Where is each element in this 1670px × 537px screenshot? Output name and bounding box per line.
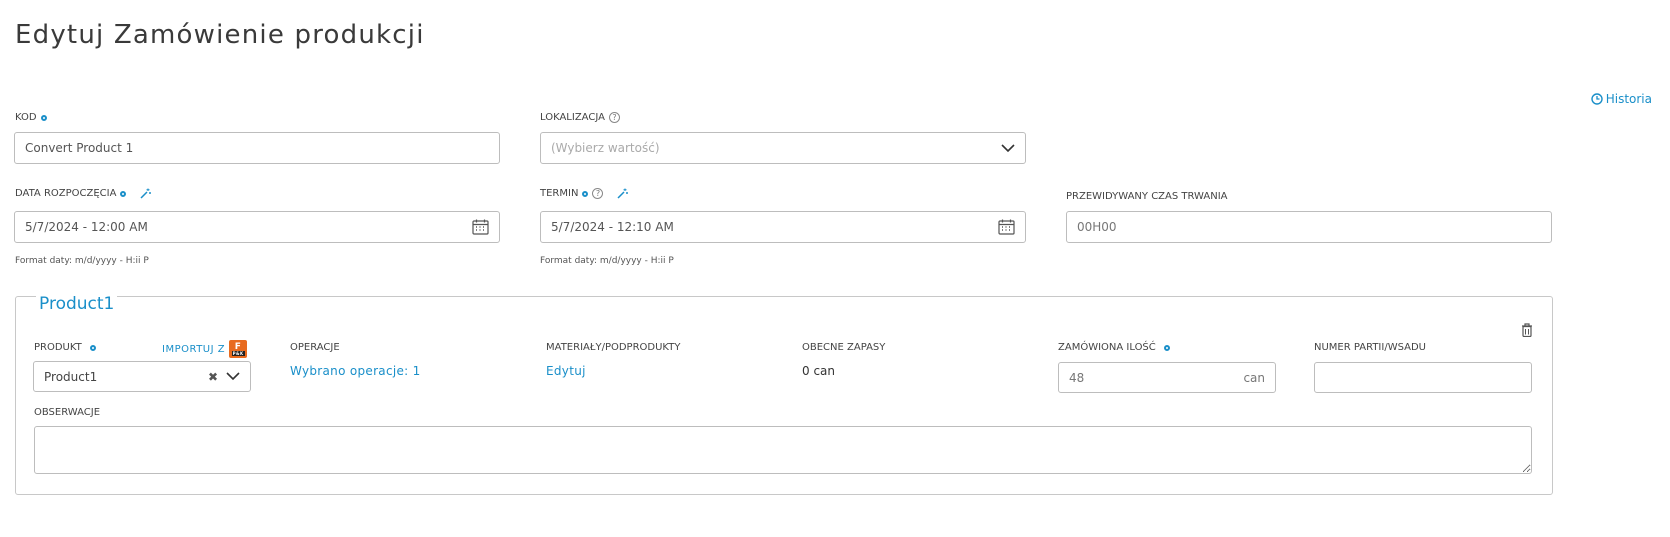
magic-wand-icon[interactable]	[140, 188, 152, 199]
required-icon	[582, 190, 589, 197]
data-rozpoczecia-input[interactable]: 5/7/2024 - 12:00 AM	[14, 211, 500, 243]
history-link[interactable]: Historia	[1591, 92, 1652, 106]
ilosc-label: ZAMÓWIONA ILOŚĆ	[1058, 342, 1170, 353]
calendar-icon[interactable]	[472, 219, 489, 235]
czas-trwania-input[interactable]: 00H00	[1066, 211, 1552, 243]
magic-wand-icon[interactable]	[617, 188, 629, 199]
chevron-down-icon	[226, 372, 240, 381]
trash-icon[interactable]	[1521, 323, 1533, 337]
unit-label: can	[1243, 370, 1265, 385]
czas-trwania-label: PRZEWIDYWANY CZAS TRWANIA	[1066, 191, 1228, 202]
kod-label: KOD	[15, 112, 47, 123]
termin-input[interactable]: 5/7/2024 - 12:10 AM	[540, 211, 1026, 243]
partia-input[interactable]	[1314, 362, 1532, 393]
help-icon[interactable]: ?	[608, 112, 620, 123]
required-icon	[120, 190, 127, 197]
clear-icon[interactable]: ✖	[208, 370, 218, 384]
operacje-link[interactable]: Wybrano operacje: 1	[290, 364, 421, 378]
lokalizacja-select[interactable]: (Wybierz wartość)	[540, 132, 1026, 164]
operacje-label: OPERACJE	[290, 342, 340, 353]
zapasy-label: OBECNE ZAPASY	[802, 342, 886, 353]
chevron-down-icon	[1001, 143, 1015, 152]
produkt-label: PRODUKT	[34, 342, 96, 353]
import-source-icon: F P&K	[229, 340, 248, 358]
data-rozpoczecia-label: DATA ROZPOCZĘCIA	[15, 188, 152, 199]
termin-label: TERMIN ?	[540, 188, 629, 199]
obserwacje-label: OBSERWACJE	[34, 407, 101, 418]
page-title: Edytuj Zamówienie produkcji	[15, 20, 425, 50]
materialy-label: MATERIAŁY/PODPRODUKTY	[546, 342, 681, 353]
lokalizacja-label: LOKALIZACJA ?	[540, 112, 620, 123]
required-icon	[1163, 344, 1170, 351]
date-format-hint: Format daty: m/d/yyyy - H:ii P	[15, 256, 149, 266]
ilosc-input[interactable]: 48 can	[1058, 362, 1276, 393]
obserwacje-textarea[interactable]	[34, 426, 1532, 474]
required-icon	[89, 344, 96, 351]
materialy-edit-link[interactable]: Edytuj	[546, 364, 586, 378]
import-button[interactable]: IMPORTUJ Z F P&K	[162, 340, 248, 358]
date-format-hint: Format daty: m/d/yyyy - H:ii P	[540, 256, 674, 266]
partia-label: NUMER PARTII/WSADU	[1314, 342, 1426, 353]
product-section-title: Product1	[36, 294, 118, 314]
kod-input[interactable]: Convert Product 1	[14, 132, 500, 164]
zapasy-value: 0 can	[802, 364, 836, 378]
history-label: Historia	[1605, 92, 1652, 106]
help-icon[interactable]: ?	[592, 188, 604, 199]
produkt-select[interactable]: Product1 ✖	[33, 361, 251, 392]
required-icon	[40, 114, 47, 121]
calendar-icon[interactable]	[998, 219, 1015, 235]
clock-icon	[1591, 93, 1603, 105]
